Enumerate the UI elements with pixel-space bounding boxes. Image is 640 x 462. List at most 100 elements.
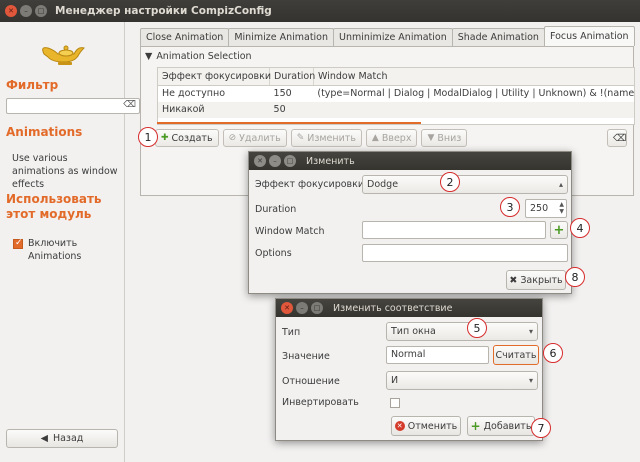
effect-combo[interactable]: Dodge ▴ [362,175,568,194]
close-icon[interactable]: ✕ [5,5,17,17]
minimize-icon[interactable]: – [20,5,32,17]
plus-icon: + [553,222,565,238]
close-x-icon: ✖ [509,274,518,286]
filter-input[interactable]: ⌫ [6,98,140,114]
edit-icon: ✎ [296,133,305,143]
move-down-label: Вниз [437,132,462,144]
row-match [313,102,634,118]
genie-lamp-icon [42,45,85,65]
grab-button[interactable]: Считать [493,345,539,365]
animation-selection-expander[interactable]: ▼ Animation Selection [145,51,252,62]
use-module-heading: Использовать этот модуль [6,192,102,221]
tab-close-animation[interactable]: Close Animation [140,28,230,46]
callout-1: 1 [138,127,158,147]
move-up-button[interactable]: ▲ Вверх [365,129,418,147]
arrow-down-icon: ▼ [427,133,435,143]
add-label: Добавить [483,420,532,432]
plugin-description: Use various animations as window effects [12,153,118,190]
type-combo[interactable]: Тип окна ▾ [386,322,538,341]
edit-button[interactable]: ✎ Изменить [290,129,362,147]
delete-button[interactable]: ⊘ Удалить [222,129,287,147]
plus-icon: + [470,419,481,433]
column-duration[interactable]: Duration [270,68,315,85]
duration-value: 250 [530,203,549,214]
delete-icon: ⊘ [228,133,237,143]
back-button[interactable]: ◀ Назад [6,429,118,448]
row-effect: Не доступно [162,88,226,99]
invert-checkbox[interactable] [390,398,400,408]
callout-7: 7 [531,418,551,438]
column-effect[interactable]: Эффект фокусировки [158,68,271,85]
minimize-icon[interactable]: – [296,302,308,314]
updown-icon: ▾ [528,327,533,336]
effect-label: Эффект фокусировки [255,179,365,190]
maximize-icon[interactable]: □ [311,302,323,314]
delete-label: Удалить [239,132,281,144]
enable-checkbox[interactable] [13,237,23,250]
add-label: Создать [171,132,213,144]
relation-combo[interactable]: И ▾ [386,371,538,390]
column-window-match[interactable]: Window Match [314,68,634,85]
back-arrow-icon: ◀ [40,433,48,444]
edit-dialog-titlebar: ✕ – □ Изменить [249,152,571,170]
scroll-indicator [157,122,421,124]
options-label: Options [255,248,292,259]
table-row[interactable]: Никакой 50 [158,102,634,118]
maximize-icon[interactable]: □ [35,5,47,17]
updown-icon: ▾ [528,376,533,385]
add-match-button[interactable]: + [550,221,568,239]
enable-checkbox-row[interactable]: Включить Animations [13,237,108,263]
close-icon[interactable]: ✕ [254,155,266,167]
effect-value: Dodge [367,179,399,190]
edit-label: Изменить [307,132,356,144]
match-dialog: ✕ – □ Изменить соответствие Тип Тип окна… [275,298,543,441]
updown-icon: ▴ [558,180,563,189]
add-button[interactable]: + Добавить [467,416,535,436]
callout-6: 6 [543,343,563,363]
add-button[interactable]: ✚ Создать [155,129,219,147]
match-dialog-titlebar: ✕ – □ Изменить соответствие [276,299,542,317]
cancel-icon: ✕ [394,421,405,431]
duration-label: Duration [255,204,297,215]
relation-label: Отношение [282,376,340,387]
invert-label: Инвертировать [282,397,359,408]
edit-dialog-title: Изменить [306,155,355,167]
duration-spinner[interactable]: 250 ▲ ▼ [525,199,567,218]
type-label: Тип [282,327,301,338]
section-label: Animation Selection [156,51,252,62]
type-value: Тип окна [391,326,436,337]
minimize-icon[interactable]: – [269,155,281,167]
window-title: Менеджер настройки CompizConfig [55,5,272,17]
table-header: Эффект фокусировки Duration Window Match [158,68,634,86]
sidebar: Фильтр ⌫ Animations Use various animatio… [0,22,140,462]
match-label: Window Match [255,226,325,237]
match-dialog-title: Изменить соответствие [333,302,453,314]
spin-arrows-icon[interactable]: ▲ ▼ [559,201,564,215]
back-label: Назад [52,433,84,444]
tab-bar: Close Animation Minimize Animation Unmin… [140,26,635,46]
table-row[interactable]: Не доступно 150 (type=Normal | Dialog | … [158,86,634,102]
cancel-button[interactable]: ✕ Отменить [391,416,461,436]
value-input[interactable]: Normal [386,346,489,364]
maximize-icon[interactable]: □ [284,155,296,167]
row-effect: Никакой [162,104,205,115]
tab-shade-animation[interactable]: Shade Animation [451,28,545,46]
window-match-input[interactable] [362,221,546,239]
close-icon[interactable]: ✕ [281,302,293,314]
row-match: (type=Normal | Dialog | ModalDialog | Ut… [317,88,634,99]
expander-triangle-icon: ▼ [145,51,153,62]
tab-minimize-animation[interactable]: Minimize Animation [228,28,335,46]
callout-3: 3 [500,197,520,217]
panel-toolbar: ✚ Создать ⊘ Удалить ✎ Изменить ▲ Вверх ▼ Вниз [155,129,468,147]
options-input[interactable] [362,244,568,262]
reset-button[interactable]: ⌫ [607,129,627,147]
animation-table[interactable]: Эффект фокусировки Duration Window Match… [157,67,635,125]
close-button[interactable]: ✖ Закрыть [506,270,566,290]
close-label: Закрыть [520,274,563,286]
tab-unminimize-animation[interactable]: Unminimize Animation [333,28,453,46]
move-down-button[interactable]: ▼ Вниз [421,129,468,147]
enable-label: Включить Animations [28,238,82,262]
new-file-icon: ✚ [161,133,169,143]
tab-focus-animation[interactable]: Focus Animation [543,26,635,46]
callout-2: 2 [440,172,460,192]
